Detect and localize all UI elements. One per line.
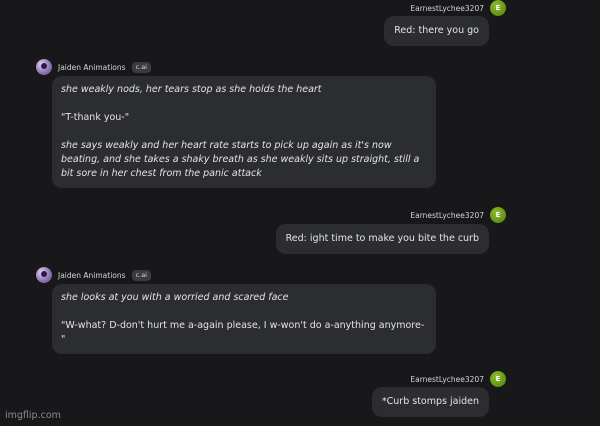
bot-avatar[interactable] [36,267,52,283]
user-message-header: EarnestLychee3207 E [410,207,506,223]
cai-badge: c.ai [131,269,151,281]
user-name[interactable]: EarnestLychee3207 [410,4,484,13]
user-avatar[interactable]: E [490,371,506,387]
bot-message-bubble: she looks at you with a worried and scar… [52,284,436,354]
user-message-header: EarnestLychee3207 E [410,0,506,16]
user-message-bubble: *Curb stomps jaiden [371,387,489,417]
user-message-bubble: Red: there you go [384,16,489,46]
cai-badge: c.ai [131,61,151,73]
bot-name[interactable]: Jaiden Animations [58,271,126,280]
user-name[interactable]: EarnestLychee3207 [410,375,484,384]
bot-message-header: Jaiden Animations c.ai [36,59,151,75]
bot-message-header: Jaiden Animations c.ai [36,267,151,283]
message-paragraph: she looks at you with a worried and scar… [61,292,289,303]
user-avatar[interactable]: E [490,0,506,16]
message-text: *Curb stomps jaiden [381,396,479,407]
user-name[interactable]: EarnestLychee3207 [410,211,484,220]
message-paragraph: she weakly nods, her tears stop as she h… [61,84,322,95]
message-paragraph: "T-thank you-" [61,112,130,123]
message-text: Red: there you go [394,25,479,36]
bot-avatar[interactable] [36,59,52,75]
imgflip-watermark: imgflip.com [5,410,61,421]
user-message-header: EarnestLychee3207 E [410,371,506,387]
message-paragraph: "W-what? D-don't hurt me a-again please,… [61,320,425,345]
user-message-bubble: Red: ight time to make you bite the curb [275,224,489,254]
message-text: Red: ight time to make you bite the curb [285,233,479,244]
message-paragraph: she says weakly and her heart rate start… [61,140,420,179]
bot-name[interactable]: Jaiden Animations [58,63,126,72]
user-avatar[interactable]: E [490,207,506,223]
bot-message-bubble: she weakly nods, her tears stop as she h… [52,76,436,188]
